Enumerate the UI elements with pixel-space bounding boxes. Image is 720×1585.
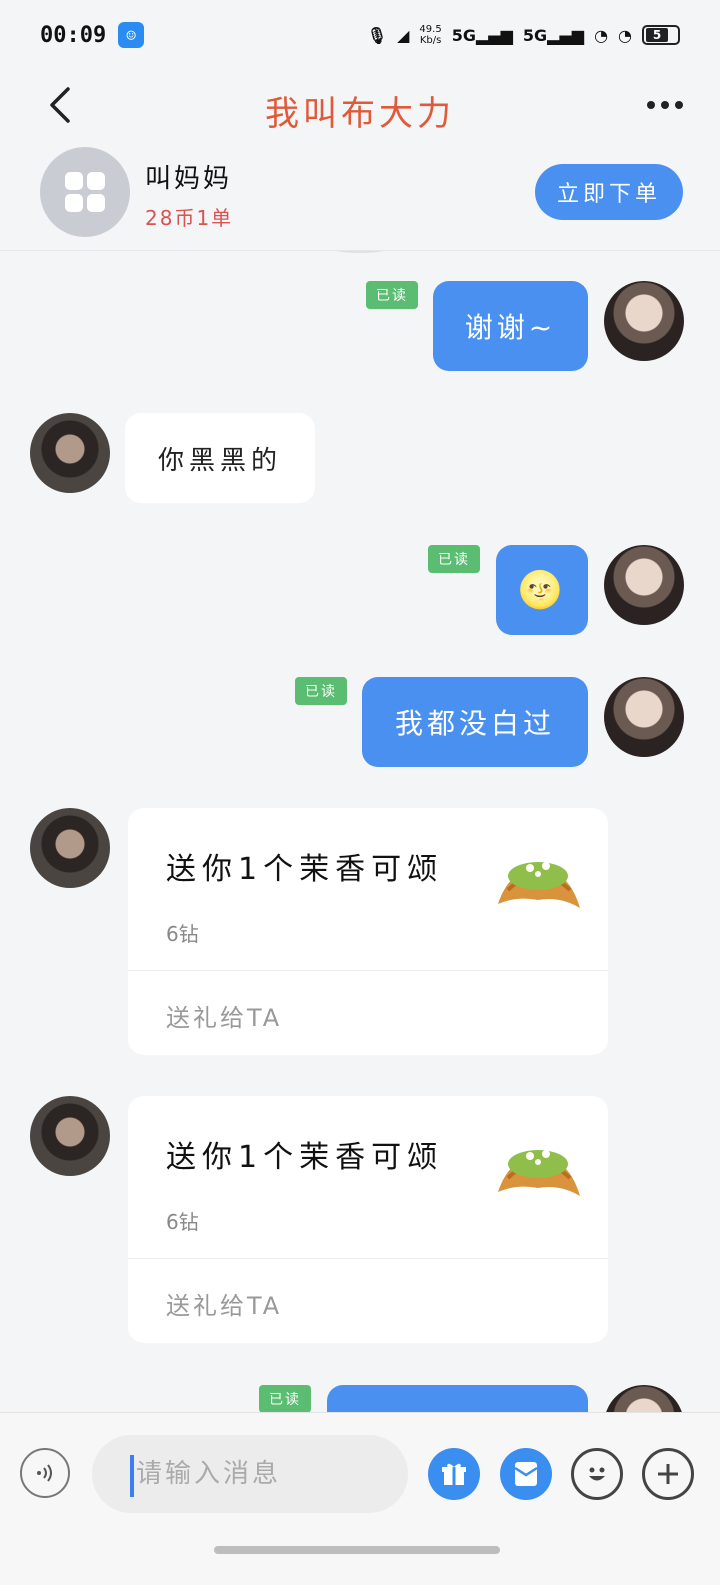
gift-card[interactable]: 送你1个茉香可颂 6钻 送礼给TA <box>128 1096 608 1343</box>
more-dot <box>675 101 683 109</box>
emoji-button[interactable] <box>571 1448 623 1500</box>
signal-2-label: 5G <box>522 25 548 45</box>
message-bubble-emoji[interactable]: 🌝 <box>496 545 588 635</box>
gift-divider <box>128 1258 608 1259</box>
gift-button[interactable] <box>428 1448 480 1500</box>
contact-avatar[interactable] <box>30 1096 110 1176</box>
signal-1-label: 5G <box>451 25 476 45</box>
battery-level: 5 <box>646 28 668 42</box>
gift-price: 6钻 <box>166 922 199 946</box>
croissant-gift-icon <box>498 1150 580 1196</box>
contact-avatar[interactable] <box>30 808 110 888</box>
message-bubble-received[interactable]: 你黑黑的 <box>125 413 315 503</box>
more-dot <box>647 101 655 109</box>
chat-area[interactable]: 已读 谢谢~ 你黑黑的 已读 🌝 已读 我都没白过 送你1个茉香可颂 6钻 送礼… <box>0 251 720 1412</box>
battery-icon: 5 <box>642 25 680 45</box>
mic-icon: 🎙 <box>366 25 388 45</box>
profile-bar: 叫妈妈 28币1单 立即下单 <box>0 140 720 251</box>
signal-2: 5G▂▄▆ <box>522 25 585 45</box>
read-tag: 已读 <box>428 545 480 573</box>
gift-card[interactable]: 送你1个茉香可颂 6钻 送礼给TA <box>128 808 608 1055</box>
profile-avatar[interactable] <box>40 147 130 237</box>
send-gift-link[interactable]: 送礼给TA <box>166 998 282 1033</box>
input-bar <box>0 1412 720 1585</box>
message-bubble-sent[interactable] <box>327 1385 588 1412</box>
app-notification-icon: ☺ <box>118 22 145 48</box>
page-title: 我叫布大力 <box>265 94 455 134</box>
read-tag: 已读 <box>295 677 347 705</box>
red-packet-button[interactable] <box>500 1448 552 1500</box>
status-time: 00:09 <box>40 22 107 48</box>
status-left: 00:09 ☺ <box>40 22 145 48</box>
nfc-icon: ◢ <box>397 25 410 45</box>
my-avatar[interactable] <box>604 677 684 757</box>
gift-divider <box>128 970 608 971</box>
status-right: 🎙 ◢ 49.5 Kb/s 5G▂▄▆ 5G▂▄▆ ◔ ◔ 5 <box>367 24 680 46</box>
net-speed-unit: Kb/s <box>419 35 442 46</box>
my-avatar[interactable] <box>604 281 684 361</box>
gift-price: 6钻 <box>166 1210 199 1234</box>
croissant-gift-icon <box>498 862 580 908</box>
more-button[interactable] <box>640 90 690 120</box>
message-bubble-sent[interactable]: 谢谢~ <box>433 281 588 371</box>
text-caret <box>130 1455 134 1497</box>
red-packet-icon <box>514 1462 538 1486</box>
gift-icon <box>442 1463 466 1485</box>
voice-icon <box>37 1464 52 1482</box>
signal-1: 5G▂▄▆ <box>451 25 513 45</box>
scroll-shadow <box>330 251 390 253</box>
wifi-icon-2: ◔ <box>618 25 632 45</box>
wifi-icon: ◔ <box>594 25 609 45</box>
read-tag: 已读 <box>259 1385 311 1412</box>
gift-title: 送你1个茉香可颂 <box>166 852 444 887</box>
status-bar: 00:09 ☺ 🎙 ◢ 49.5 Kb/s 5G▂▄▆ 5G▂▄▆ ◔ ◔ 5 <box>0 0 720 70</box>
voice-button[interactable] <box>20 1448 70 1498</box>
more-dot <box>661 101 669 109</box>
profile-stats: 28币1单 <box>145 206 234 230</box>
home-indicator[interactable] <box>214 1546 500 1554</box>
my-avatar[interactable] <box>604 1385 684 1412</box>
message-input[interactable] <box>92 1435 408 1513</box>
gift-title: 送你1个茉香可颂 <box>166 1140 444 1175</box>
plus-button[interactable] <box>642 1448 694 1500</box>
message-bubble-sent[interactable]: 我都没白过 <box>362 677 588 767</box>
nav-bar: 我叫布大力 <box>0 70 720 140</box>
contact-avatar[interactable] <box>30 413 110 493</box>
my-avatar[interactable] <box>604 545 684 625</box>
apps-grid-icon <box>65 172 105 212</box>
moon-face-emoji: 🌝 <box>517 570 567 611</box>
send-gift-link[interactable]: 送礼给TA <box>166 1286 282 1321</box>
profile-name: 叫妈妈 <box>145 164 233 194</box>
smiley-icon <box>589 1467 605 1481</box>
order-now-button[interactable]: 立即下单 <box>535 164 683 220</box>
plus-icon <box>658 1464 678 1484</box>
net-speed: 49.5 Kb/s <box>419 24 441 46</box>
net-speed-value: 49.5 <box>419 24 442 35</box>
read-tag: 已读 <box>366 281 418 309</box>
